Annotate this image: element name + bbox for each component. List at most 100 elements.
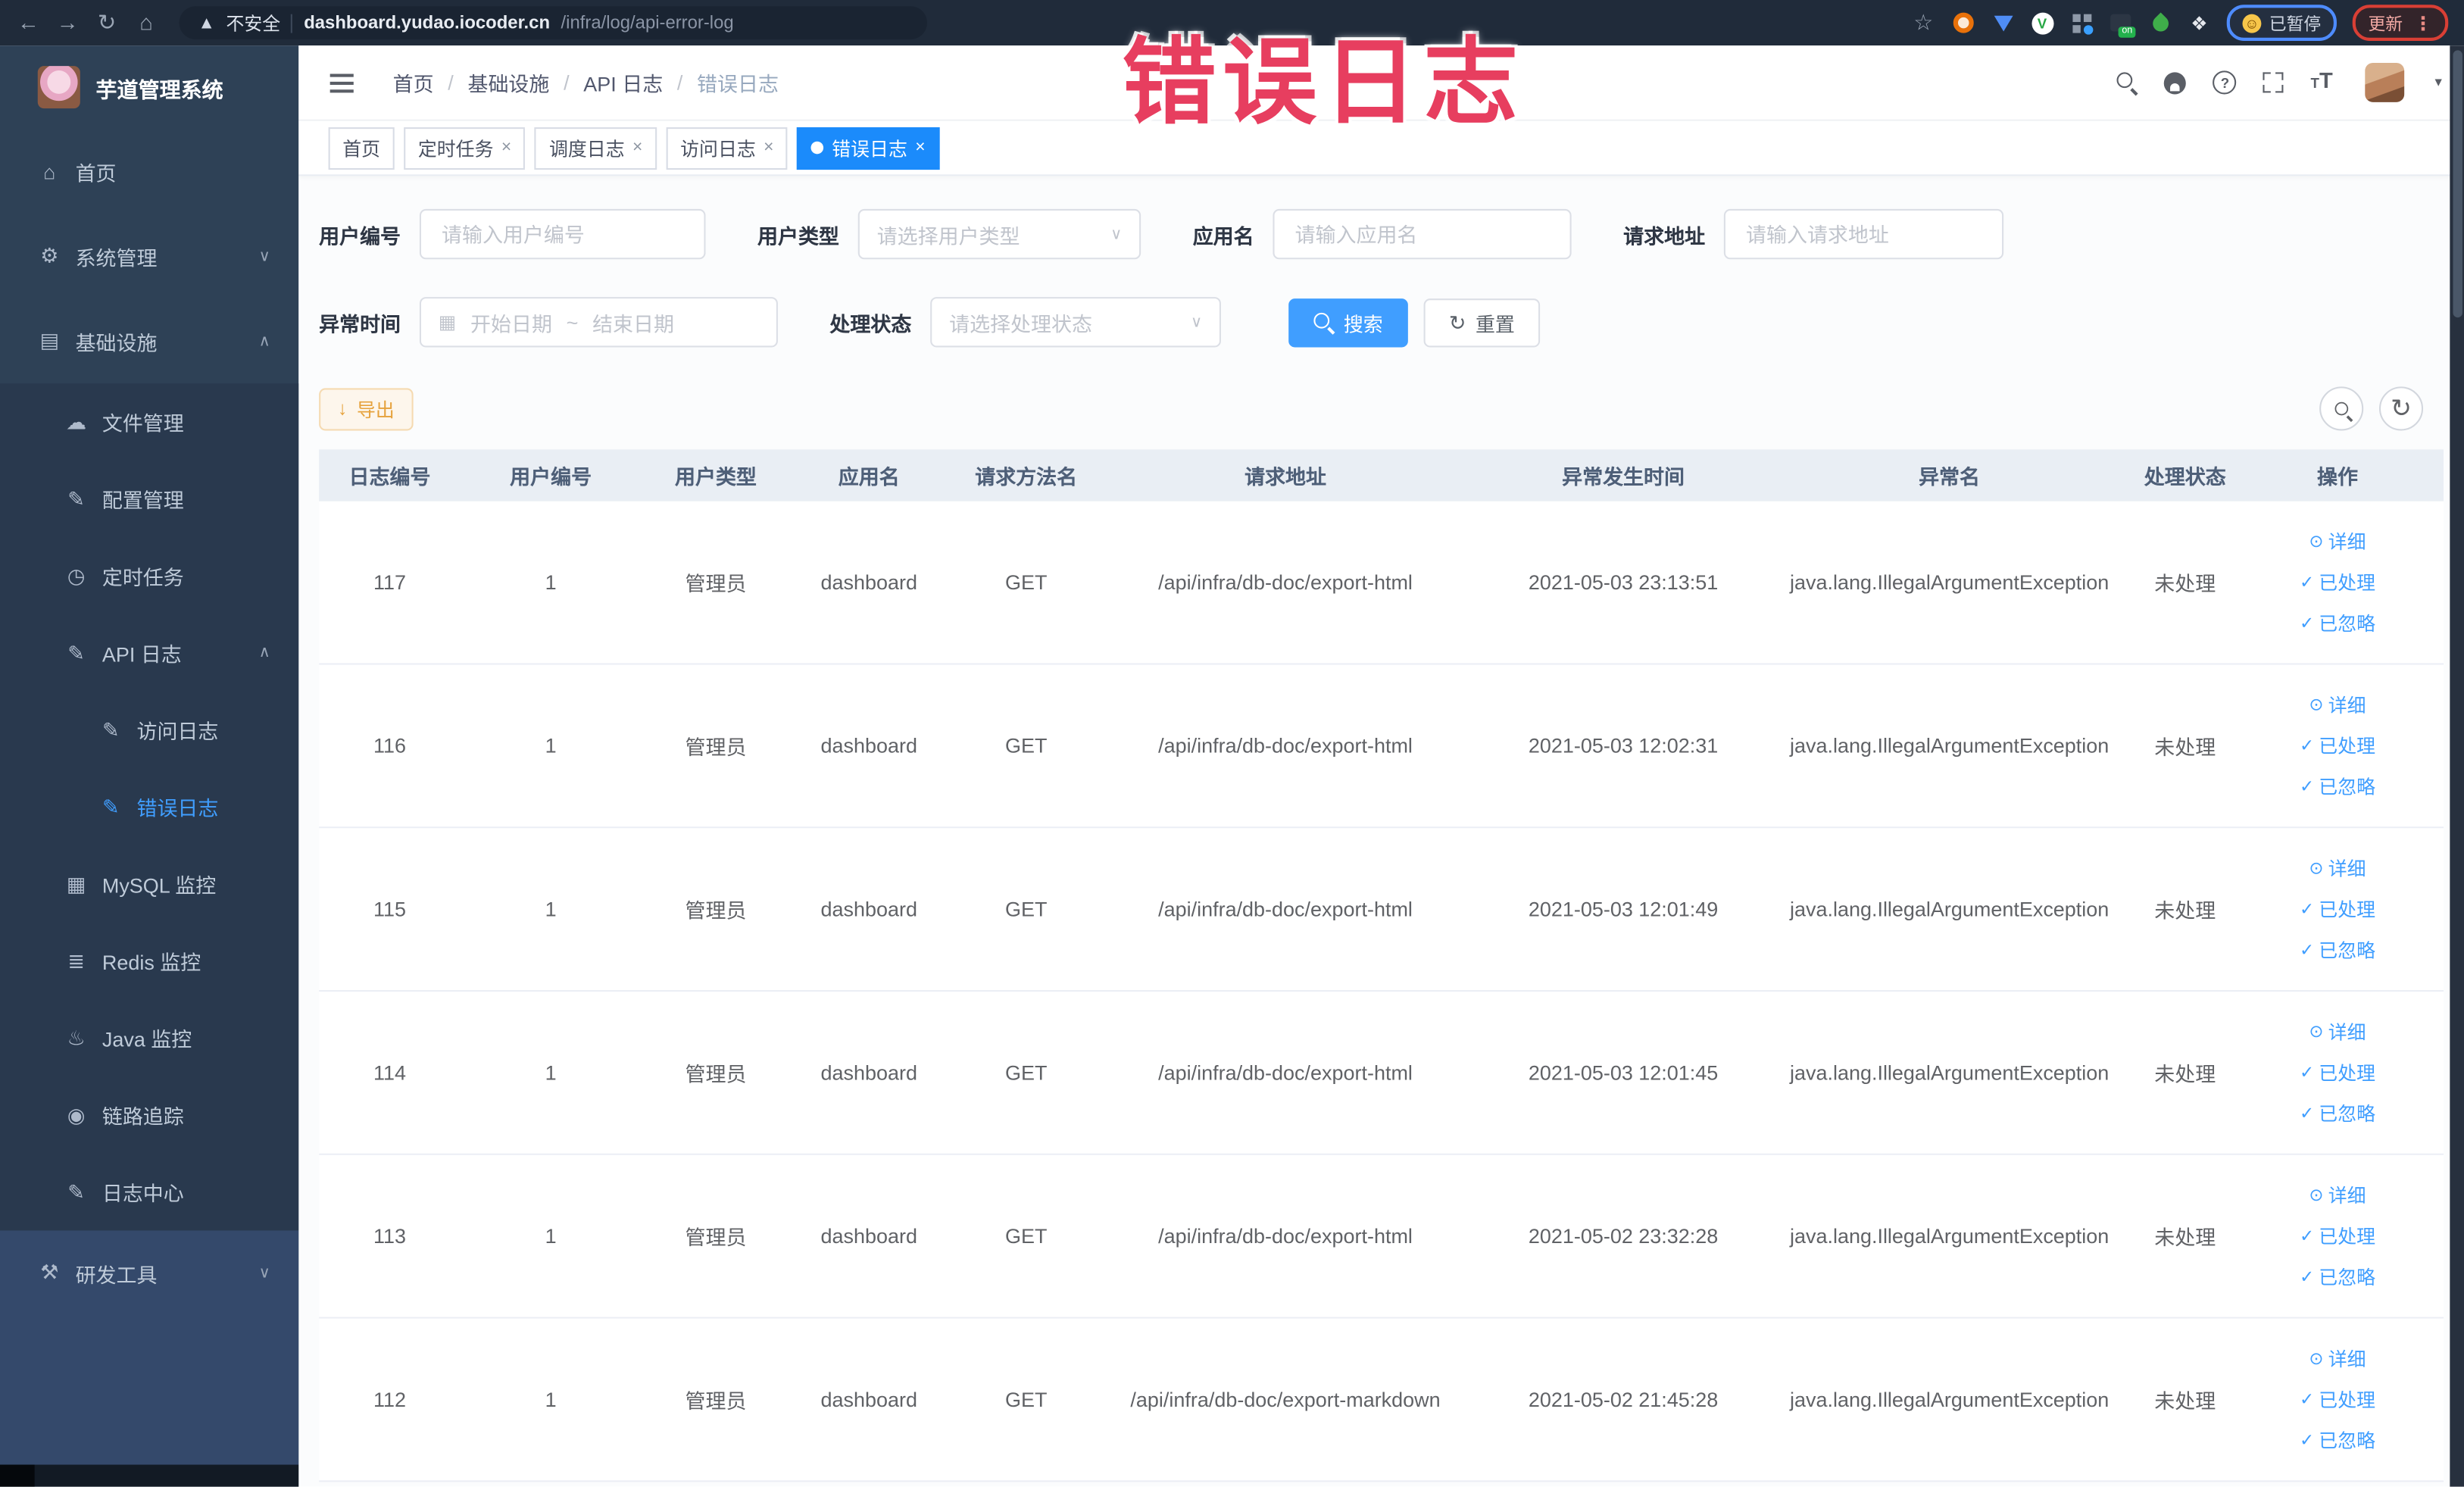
tab-scheduled-tasks[interactable]: 定时任务 × bbox=[404, 127, 526, 170]
sidebar-item-api-log[interactable]: ✎ API 日志 ∧ bbox=[0, 614, 298, 692]
cell-user-type: 管理员 bbox=[685, 1226, 747, 1250]
sidebar-item-infrastructure[interactable]: ▤ 基础设施 ∧ bbox=[0, 298, 298, 383]
tab-close-icon[interactable]: × bbox=[764, 139, 773, 158]
sidebar-item-access-log[interactable]: ✎ 访问日志 bbox=[0, 692, 298, 769]
edit-square-icon: ✎ bbox=[101, 794, 120, 818]
bookmark-star-icon[interactable]: ☆ bbox=[1911, 0, 1936, 45]
ignored-link[interactable]: ✓ 已忽略 bbox=[2300, 1100, 2375, 1126]
processed-link[interactable]: ✓ 已处理 bbox=[2300, 569, 2375, 595]
sidebar-collapse-corner[interactable] bbox=[0, 1464, 35, 1487]
cell-actions: ⊙ 详细 ✓ 已处理 ✓ 已忽略 bbox=[2252, 692, 2423, 800]
sidebar-item-scheduled-tasks[interactable]: ◷ 定时任务 bbox=[0, 538, 298, 615]
sidebar-item-config-management[interactable]: ✎ 配置管理 bbox=[0, 461, 298, 538]
tab-close-icon[interactable]: × bbox=[632, 139, 642, 158]
processed-link[interactable]: ✓ 已处理 bbox=[2300, 1386, 2375, 1413]
extension-icon-6[interactable] bbox=[2148, 11, 2172, 35]
detail-link[interactable]: ⊙ 详细 bbox=[2309, 528, 2366, 555]
sidebar-item-mysql-monitor[interactable]: ▦ MySQL 监控 bbox=[0, 845, 298, 923]
processed-link[interactable]: ✓ 已处理 bbox=[2300, 733, 2375, 759]
request-url-input[interactable] bbox=[1742, 220, 1985, 248]
font-size-icon[interactable]: TT bbox=[2311, 69, 2333, 94]
tab-error-log-active[interactable]: 错误日志 × bbox=[797, 127, 940, 170]
breadcrumb: 首页 / 基础设施 / API 日志 / 错误日志 bbox=[393, 67, 779, 97]
user-id-input[interactable] bbox=[438, 220, 687, 248]
sidebar-toggle-icon[interactable] bbox=[329, 80, 354, 84]
search-icon[interactable] bbox=[2117, 72, 2138, 92]
ignored-link[interactable]: ✓ 已忽略 bbox=[2300, 1427, 2375, 1454]
emoji-avatar-icon: ☺ bbox=[2242, 13, 2262, 33]
detail-link[interactable]: ⊙ 详细 bbox=[2309, 1345, 2366, 1372]
tab-schedule-log[interactable]: 调度日志 × bbox=[535, 127, 657, 170]
tab-label: 调度日志 bbox=[549, 137, 625, 160]
extension-icon-3[interactable]: V bbox=[2030, 11, 2053, 35]
cell-actions: ⊙ 详细 ✓ 已处理 ✓ 已忽略 bbox=[2252, 855, 2423, 964]
processed-link[interactable]: ✓ 已处理 bbox=[2300, 1059, 2375, 1086]
ignored-link[interactable]: ✓ 已忽略 bbox=[2300, 1264, 2375, 1290]
process-status-select[interactable]: 请选择处理状态 ∨ bbox=[930, 297, 1222, 348]
detail-link[interactable]: ⊙ 详细 bbox=[2309, 855, 2366, 882]
sidebar-item-file-management[interactable]: ☁ 文件管理 bbox=[0, 383, 298, 461]
browser-forward-icon[interactable]: → bbox=[55, 0, 80, 45]
tab-access-log[interactable]: 访问日志 × bbox=[666, 127, 789, 170]
detail-link[interactable]: ⊙ 详细 bbox=[2309, 1182, 2366, 1208]
extension-icon-2[interactable] bbox=[1991, 11, 2015, 35]
home-icon: ⌂ bbox=[43, 159, 56, 183]
date-range-picker[interactable]: ▦ 开始日期 ~ 结束日期 bbox=[419, 297, 778, 348]
extension-icon-5[interactable] bbox=[2109, 11, 2136, 38]
reset-button[interactable]: ↻ 重置 bbox=[1423, 298, 1541, 347]
sidebar-item-home[interactable]: ⌂ 首页 bbox=[0, 129, 298, 214]
ignored-link[interactable]: ✓ 已忽略 bbox=[2300, 773, 2375, 800]
paused-chip[interactable]: ☺ 已暂停 bbox=[2226, 5, 2337, 41]
address-bar[interactable]: ▲ 不安全 dashboard.yudao.iocoder.cn/infra/l… bbox=[179, 6, 928, 39]
detail-link[interactable]: ⊙ 详细 bbox=[2309, 1018, 2366, 1045]
sidebar-item-trace[interactable]: ◉ 链路追踪 bbox=[0, 1076, 298, 1154]
extension-icon-1[interactable] bbox=[1952, 11, 1975, 35]
extensions-puzzle-icon[interactable]: ❖ bbox=[2188, 11, 2211, 35]
tab-home[interactable]: 首页 bbox=[328, 127, 395, 170]
breadcrumb-item[interactable]: 首页 bbox=[393, 67, 434, 97]
fullscreen-icon[interactable] bbox=[2263, 72, 2284, 92]
sidebar-item-java-monitor[interactable]: ♨ Java 监控 bbox=[0, 999, 298, 1076]
cell-request-method: GET bbox=[1004, 1224, 1048, 1248]
sidebar-item-system-management[interactable]: ⚙ 系统管理 ∨ bbox=[0, 214, 298, 298]
user-avatar[interactable] bbox=[2366, 62, 2406, 102]
app-title: 芋道管理系统 bbox=[95, 77, 223, 102]
processed-link[interactable]: ✓ 已处理 bbox=[2300, 1223, 2375, 1249]
toggle-search-button[interactable] bbox=[2319, 386, 2364, 431]
export-button[interactable]: ↓ 导出 bbox=[319, 387, 414, 430]
browser-menu-icon[interactable]: ⋮ bbox=[2414, 12, 2433, 34]
search-button[interactable]: 搜索 bbox=[1288, 298, 1408, 347]
cell-request-url: /api/infra/db-doc/export-html bbox=[1158, 1061, 1413, 1085]
sidebar-logo[interactable]: 芋道管理系统 bbox=[0, 45, 298, 129]
sidebar-item-dev-tools[interactable]: ⚒ 研发工具 ∨ bbox=[0, 1230, 298, 1315]
breadcrumb-item[interactable]: API 日志 bbox=[583, 67, 663, 97]
github-icon[interactable] bbox=[2164, 71, 2187, 94]
browser-back-icon[interactable]: ← bbox=[16, 0, 41, 45]
refresh-table-button[interactable]: ↻ bbox=[2378, 386, 2424, 431]
ignored-link[interactable]: ✓ 已忽略 bbox=[2300, 936, 2375, 963]
app-name-input[interactable] bbox=[1291, 220, 1553, 248]
help-icon[interactable]: ? bbox=[2213, 70, 2238, 95]
browser-home-icon[interactable]: ⌂ bbox=[133, 0, 158, 45]
sidebar-item-redis-monitor[interactable]: ≣ Redis 监控 bbox=[0, 923, 298, 1000]
breadcrumb-item[interactable]: 基础设施 bbox=[467, 67, 549, 97]
detail-link[interactable]: ⊙ 详细 bbox=[2309, 692, 2366, 718]
page-scrollbar[interactable] bbox=[2450, 45, 2464, 1487]
avatar-caret-icon[interactable]: ▾ bbox=[2435, 74, 2442, 92]
processed-link[interactable]: ✓ 已处理 bbox=[2300, 896, 2375, 923]
ignored-link[interactable]: ✓ 已忽略 bbox=[2300, 610, 2375, 636]
eye-icon: ◉ bbox=[67, 1102, 86, 1126]
tab-close-icon[interactable]: × bbox=[915, 139, 925, 158]
sidebar-item-error-log[interactable]: ✎ 错误日志 bbox=[0, 768, 298, 845]
update-chip[interactable]: 更新 ⋮ bbox=[2352, 5, 2449, 41]
sidebar-item-label: 配置管理 bbox=[101, 489, 184, 513]
sidebar-item-log-center[interactable]: ✎ 日志中心 bbox=[0, 1154, 298, 1231]
scrollbar-thumb[interactable] bbox=[2452, 50, 2462, 318]
user-type-select[interactable]: 请选择用户类型 ∨ bbox=[857, 208, 1141, 260]
extension-icon-4[interactable] bbox=[2069, 11, 2093, 35]
browser-reload-icon[interactable]: ↻ bbox=[94, 0, 119, 45]
breadcrumb-separator: / bbox=[564, 70, 570, 95]
check-icon: ✓ bbox=[2299, 1104, 2315, 1124]
cell-log-id: 113 bbox=[373, 1224, 406, 1248]
tab-close-icon[interactable]: × bbox=[501, 139, 511, 158]
